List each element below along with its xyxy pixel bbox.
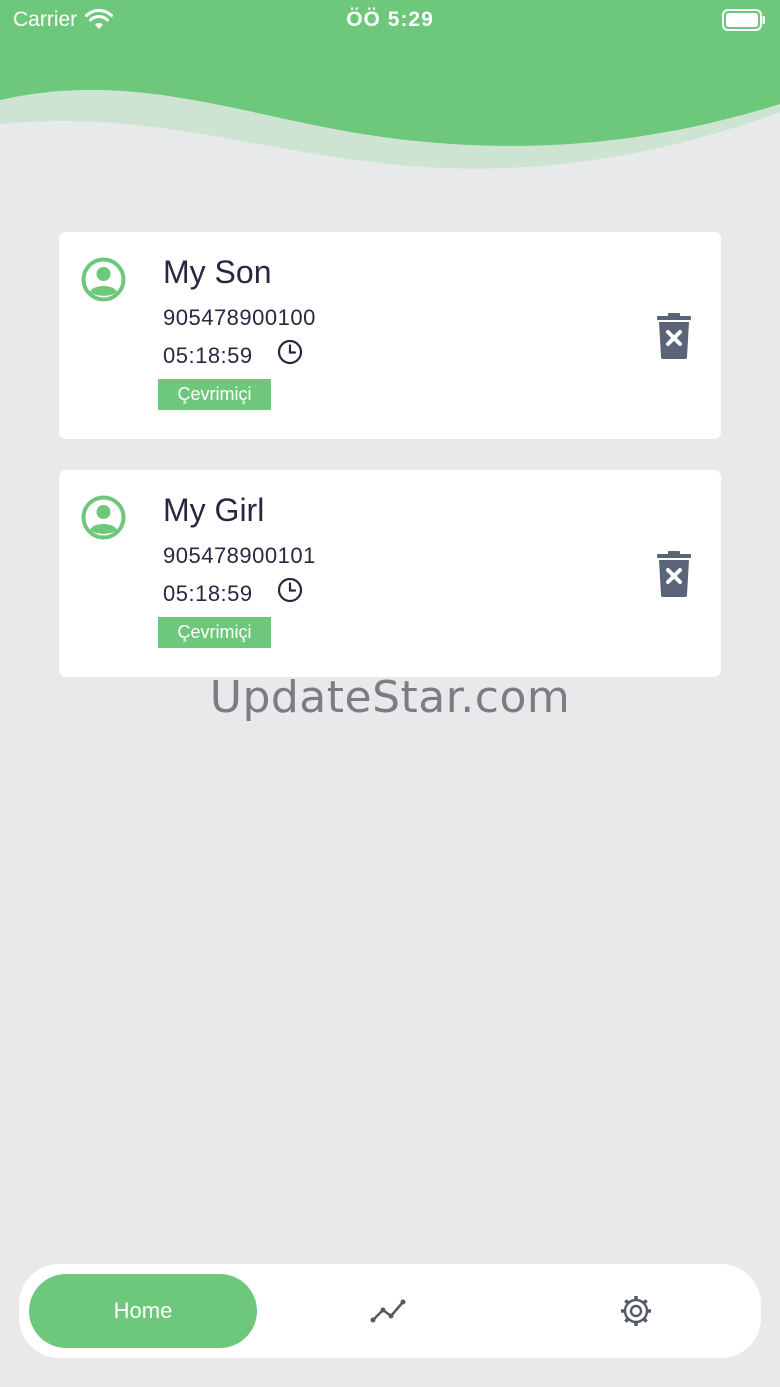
- clock-icon: [277, 339, 303, 365]
- status-bar: Carrier ÖÖ 5:29: [0, 0, 780, 40]
- user-avatar-icon: [81, 495, 126, 540]
- device-time: 05:18:59: [163, 343, 253, 368]
- device-name: My Son: [163, 254, 272, 290]
- device-phone: 905478900100: [163, 305, 316, 330]
- clock-icon: [277, 577, 303, 603]
- watermark: UpdateStar.com: [209, 672, 571, 723]
- device-card[interactable]: My Girl 905478900101 05:18:59 Çevrimiçi: [59, 470, 721, 677]
- status-badge: Çevrimiçi: [158, 617, 271, 648]
- device-phone: 905478900101: [163, 543, 316, 568]
- device-name: My Girl: [163, 492, 265, 528]
- delete-icon[interactable]: [655, 551, 693, 597]
- device-card[interactable]: My Son 905478900100 05:18:59 Çevrimiçi: [59, 232, 721, 439]
- chart-line-icon[interactable]: [369, 1294, 407, 1328]
- tab-bar: Home: [19, 1264, 761, 1358]
- status-badge: Çevrimiçi: [158, 379, 271, 410]
- device-time: 05:18:59: [163, 581, 253, 606]
- battery-icon: [722, 9, 765, 31]
- user-avatar-icon: [81, 257, 126, 302]
- delete-icon[interactable]: [655, 313, 693, 359]
- tab-home[interactable]: Home: [29, 1274, 257, 1348]
- status-time: ÖÖ 5:29: [346, 8, 434, 31]
- gear-icon[interactable]: [619, 1294, 653, 1328]
